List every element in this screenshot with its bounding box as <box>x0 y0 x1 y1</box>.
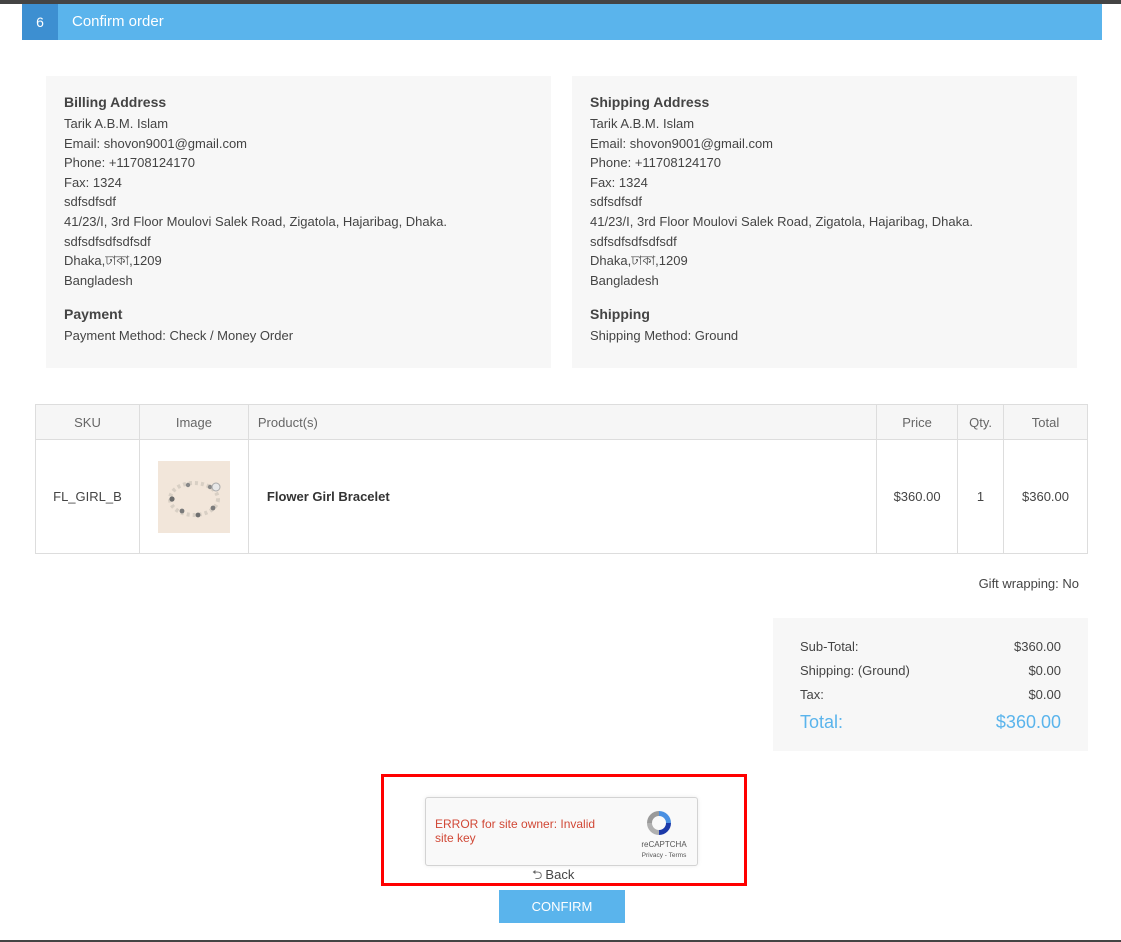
step-title: Confirm order <box>72 13 164 30</box>
billing-country: Bangladesh <box>64 272 133 288</box>
billing-address1: 41/23/I, 3rd Floor Moulovi Salek Road, Z… <box>64 213 447 229</box>
order-totals: Sub-Total: $360.00 Shipping: (Ground) $0… <box>773 618 1088 751</box>
order-items-table: SKU Image Product(s) Price Qty. Total FL… <box>35 404 1088 554</box>
gift-wrapping: Gift wrapping: No <box>978 576 1079 591</box>
shipping-company: sdfsdfsdf <box>590 194 643 210</box>
shipping-city: Dhaka,ঢাকা,1209 <box>590 253 688 269</box>
billing-address2: sdfsdfsdfsdfsdf <box>64 233 151 249</box>
tax-row: Tax: $0.00 <box>800 683 1061 707</box>
total-row: Total: $360.00 <box>800 707 1061 737</box>
row-total: $360.00 <box>1003 439 1088 554</box>
billing-phone: Phone: +11708124170 <box>64 155 195 171</box>
billing-name: Tarik A.B.M. Islam <box>64 116 169 131</box>
subtotal-value: $360.00 <box>1014 639 1061 654</box>
recaptcha-brand: reCAPTCHA <box>641 840 687 849</box>
shipping-box: Shipping Address Tarik A.B.M. Islam Emai… <box>572 76 1077 368</box>
recaptcha-logo-icon <box>644 808 674 843</box>
back-link[interactable]: ⮌ Back <box>532 866 574 888</box>
step-header: 6 Confirm order <box>22 4 1102 40</box>
col-sku: SKU <box>35 404 140 440</box>
billing-city: Dhaka,ঢাকা,1209 <box>64 253 162 269</box>
shipping-label: Shipping: (Ground) <box>800 663 910 678</box>
shipping-row: Shipping: (Ground) $0.00 <box>800 659 1061 683</box>
table-header-row: SKU Image Product(s) Price Qty. Total <box>35 404 1088 440</box>
payment-method: Payment Method: Check / Money Order <box>64 328 294 344</box>
row-product[interactable]: Flower Girl Bracelet <box>247 439 878 554</box>
shipping-address-heading: Shipping Address <box>590 94 710 110</box>
col-price: Price <box>876 404 959 440</box>
shipping-name: Tarik A.B.M. Islam <box>590 116 695 131</box>
step-number: 6 <box>22 4 58 40</box>
billing-fax: Fax: 1324 <box>64 174 122 190</box>
recaptcha-widget[interactable]: ERROR for site owner: Invalid site key r… <box>425 797 698 866</box>
row-qty: 1 <box>957 439 1005 554</box>
return-arrow-icon: ⮌ <box>532 867 543 882</box>
recaptcha-error: ERROR for site owner: Invalid site key <box>435 817 596 845</box>
row-sku: FL_GIRL_B <box>35 439 140 554</box>
shipping-fax: Fax: 1324 <box>590 174 648 190</box>
shipping-country: Bangladesh <box>590 272 659 288</box>
shipping-value: $0.00 <box>1028 663 1061 678</box>
col-image: Image <box>138 404 249 440</box>
tax-value: $0.00 <box>1028 687 1061 702</box>
table-row: FL_GIRL_B Flower Girl Bracelet $360.00 1… <box>35 439 1088 554</box>
payment-heading: Payment <box>64 306 123 323</box>
total-label: Total: <box>800 712 844 732</box>
billing-company: sdfsdfsdf <box>64 194 117 210</box>
total-value: $360.00 <box>995 712 1061 732</box>
tax-label: Tax: <box>800 687 824 702</box>
subtotal-row: Sub-Total: $360.00 <box>800 635 1061 659</box>
back-label: Back <box>545 867 575 882</box>
shipping-email: Email: shovon9001@gmail.com <box>590 135 774 151</box>
shipping-method: Shipping Method: Ground <box>590 328 739 344</box>
col-total: Total <box>1003 404 1088 440</box>
confirm-button[interactable]: CONFIRM <box>499 890 625 923</box>
row-image <box>138 439 249 554</box>
shipping-method-heading: Shipping <box>590 306 650 323</box>
billing-payment-box: Billing Address Tarik A.B.M. Islam Email… <box>46 76 551 368</box>
billing-heading: Billing Address <box>64 94 167 110</box>
col-qty: Qty. <box>957 404 1005 440</box>
shipping-address1: 41/23/I, 3rd Floor Moulovi Salek Road, Z… <box>590 213 973 229</box>
shipping-phone: Phone: +11708124170 <box>590 155 721 171</box>
billing-email: Email: shovon9001@gmail.com <box>64 135 248 151</box>
recaptcha-links[interactable]: Privacy - Terms <box>636 852 692 859</box>
subtotal-label: Sub-Total: <box>800 639 859 654</box>
bracelet-thumbnail-icon[interactable] <box>157 460 230 533</box>
row-price: $360.00 <box>876 439 959 554</box>
col-product: Product(s) <box>247 404 878 440</box>
shipping-address2: sdfsdfsdfsdfsdf <box>590 233 677 249</box>
